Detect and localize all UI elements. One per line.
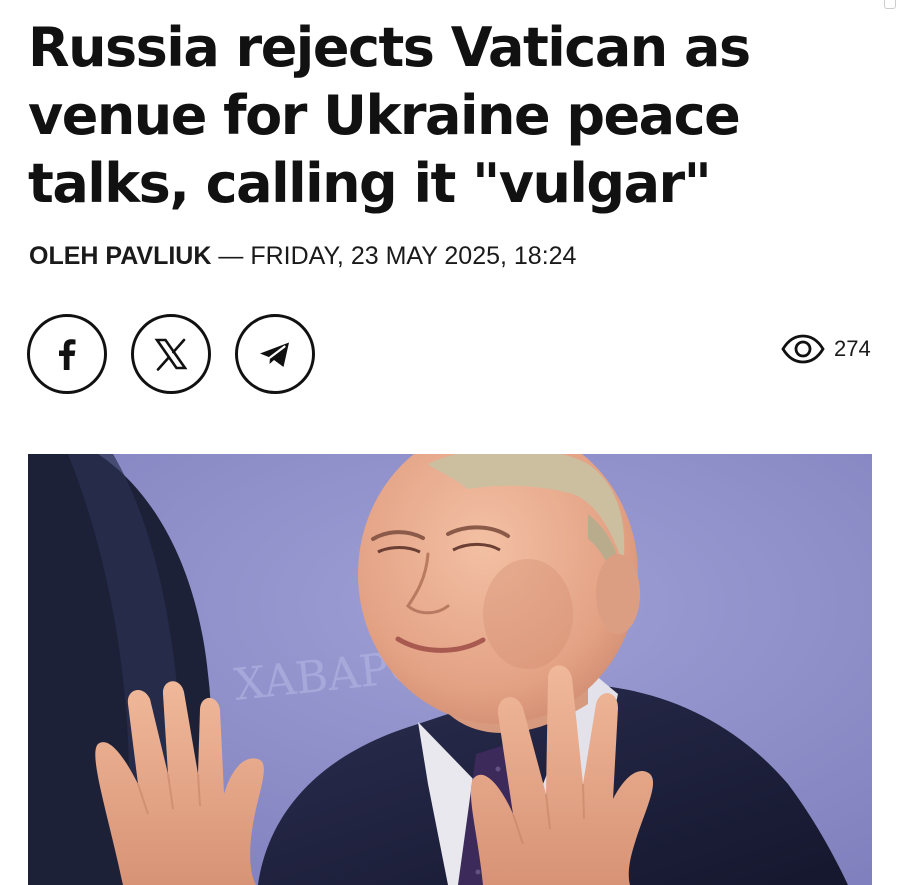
article-hero-image[interactable]: XABAPO xyxy=(28,454,872,885)
share-x-button[interactable] xyxy=(131,314,211,394)
share-facebook-button[interactable] xyxy=(27,314,107,394)
view-counter: 274 xyxy=(780,334,871,364)
x-icon xyxy=(154,338,188,371)
byline-separator: — xyxy=(211,242,251,270)
article-byline: OLEH PAVLIUK — FRIDAY, 23 MAY 2025, 18:2… xyxy=(29,241,576,271)
telegram-icon xyxy=(260,342,289,367)
hero-photo: XABAPO xyxy=(28,454,872,885)
eye-icon xyxy=(781,334,825,364)
view-count: 274 xyxy=(834,336,871,361)
article-headline: Russia rejects Vatican as venue for Ukra… xyxy=(28,16,751,215)
author-name[interactable]: OLEH PAVLIUK xyxy=(29,242,211,270)
share-buttons xyxy=(27,314,315,394)
publish-date: FRIDAY, 23 MAY 2025, 18:24 xyxy=(250,242,577,270)
facebook-icon xyxy=(59,339,76,370)
share-telegram-button[interactable] xyxy=(235,314,315,394)
corner-mark xyxy=(884,0,896,9)
